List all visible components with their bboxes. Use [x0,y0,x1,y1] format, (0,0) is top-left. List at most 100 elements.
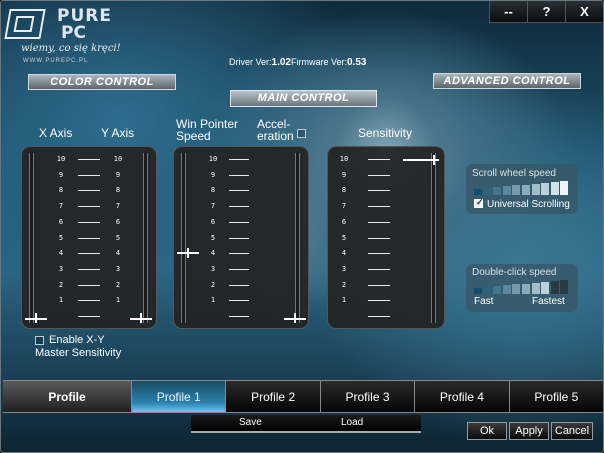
speed-bar-segment[interactable] [531,282,540,294]
tab-profile-4[interactable]: Profile 4 [414,381,509,412]
scroll-wheel-speed-bars[interactable] [474,180,570,195]
speed-bar-segment[interactable] [522,283,530,294]
y-axis-number: 2 [115,280,121,289]
speed-bar-segment[interactable] [541,182,550,195]
speed-bar-segment[interactable] [483,188,492,195]
acceleration-slider-track[interactable] [295,153,300,323]
axis-tick [78,206,100,208]
ok-button[interactable]: Ok [467,422,507,440]
window-controls: -- ? X [489,1,603,23]
cancel-button[interactable]: Cancel [551,422,593,440]
pointer-panel: 10 9 8 7 6 5 4 3 2 1 [173,146,309,329]
speed-bar-segment[interactable] [512,284,521,294]
pointer-number: 8 [210,186,216,195]
enable-xy-checkbox[interactable] [35,336,44,345]
y-axis-number: 8 [115,186,121,195]
x-axis-number: 6 [58,217,64,226]
speed-bar-segment[interactable] [493,187,502,195]
x-axis-number: 4 [58,249,64,258]
speed-bar-segment[interactable] [560,279,569,294]
tab-profile-3[interactable]: Profile 3 [319,381,415,412]
double-click-speed-bars[interactable] [474,279,570,294]
sensitivity-tick [368,284,390,286]
pointer-number: 3 [210,264,216,273]
minimize-button[interactable]: -- [489,1,527,23]
tab-profile-1[interactable]: Profile 1 [131,381,226,412]
x-axis-number: 2 [58,280,64,289]
help-button[interactable]: ? [527,1,565,23]
speed-bar-segment[interactable] [550,280,559,294]
sensitivity-number: 1 [341,296,347,305]
axis-tick [78,174,100,176]
axis-tick [78,316,100,317]
version-info: Driver Ver:1.02Firmware Ver:0.53 [229,57,366,68]
y-axis-number: 4 [115,249,121,258]
speed-bar-segment[interactable] [493,286,502,294]
axis-tick [78,237,100,239]
close-button[interactable]: X [565,1,603,23]
speed-bar-segment[interactable] [483,287,492,294]
sensitivity-tick [368,174,390,176]
driver-version: 1.02 [271,57,291,68]
sensitivity-number: 10 [339,155,349,163]
axis-tick [78,253,100,255]
x-axis-number: 3 [58,264,64,273]
pointer-speed-slider-track[interactable] [181,153,186,323]
speed-bar-segment[interactable] [541,281,550,294]
speed-bar-segment[interactable] [512,185,521,195]
pointer-tick [229,221,249,223]
sensitivity-tick [368,206,390,208]
speed-bar-segment[interactable] [502,186,511,195]
tab-main-control[interactable]: MAIN CONTROL [230,90,377,107]
tab-profile-2[interactable]: Profile 2 [225,381,320,412]
firmware-version: 0.53 [347,57,367,68]
pointer-tick [229,316,249,317]
pointer-number: 6 [210,217,216,226]
speed-bar-segment[interactable] [522,184,530,195]
enable-xy-label: Enable X-Y [49,334,105,346]
axis-tick [78,284,100,286]
universal-scrolling-check-icon: ✓ [476,197,484,207]
load-button[interactable]: Load [341,417,363,428]
tab-advanced-control[interactable]: ADVANCED CONTROL [433,73,581,89]
speed-bar-segment[interactable] [560,180,569,195]
y-axis-slider-track[interactable] [143,153,148,323]
pointer-tick [229,174,249,176]
profile-bar: Profile Profile 1 Profile 2 Profile 3 Pr… [3,380,603,413]
sensitivity-number: 6 [341,217,347,226]
double-click-fast-label: Fast [474,296,494,307]
axis-panel: 10 10 9 9 8 8 7 7 6 6 5 5 4 4 3 3 2 2 1 1 [21,146,157,329]
x-axis-number: 1 [58,296,64,305]
double-click-box: Double-click speed Fast Fastest [466,264,578,312]
speed-bar-segment[interactable] [550,181,559,195]
logo-site: WWW.PUREPC.PL [23,58,89,64]
speed-bar-segment[interactable] [474,288,482,294]
sensitivity-slider-track[interactable] [431,153,436,323]
y-axis-number: 6 [115,217,121,226]
save-button[interactable]: Save [239,417,262,428]
axis-tick [78,300,100,302]
speed-bar-segment[interactable] [502,285,511,294]
tab-profile-5[interactable]: Profile 5 [508,381,603,412]
x-axis-number: 8 [58,186,64,195]
sensitivity-panel: 10 9 8 7 6 5 4 3 2 1 [327,146,445,329]
axis-tick [78,190,100,192]
tab-color-control[interactable]: COLOR CONTROL [28,74,176,90]
x-axis-slider-track[interactable] [29,153,34,323]
pointer-speed-handle-marker [187,247,189,258]
app-window: PURE PC wiemy, co się kręci! WWW.PUREPC.… [0,0,604,453]
logo-text-line2: PC [61,23,86,43]
apply-button[interactable]: Apply [509,422,549,440]
acceleration-checkbox[interactable] [297,129,306,138]
sensitivity-tick [368,159,390,160]
speed-bar-segment[interactable] [531,183,540,195]
pointer-tick [229,159,249,160]
pointer-number: 1 [210,296,216,305]
purepc-logo-icon [4,9,46,39]
save-load-bar [191,415,421,433]
speed-bar-segment[interactable] [474,189,482,195]
profile-label: Profile [3,381,131,412]
sensitivity-number: 3 [341,264,347,273]
y-axis-number: 5 [115,233,121,242]
pointer-tick [229,206,249,208]
